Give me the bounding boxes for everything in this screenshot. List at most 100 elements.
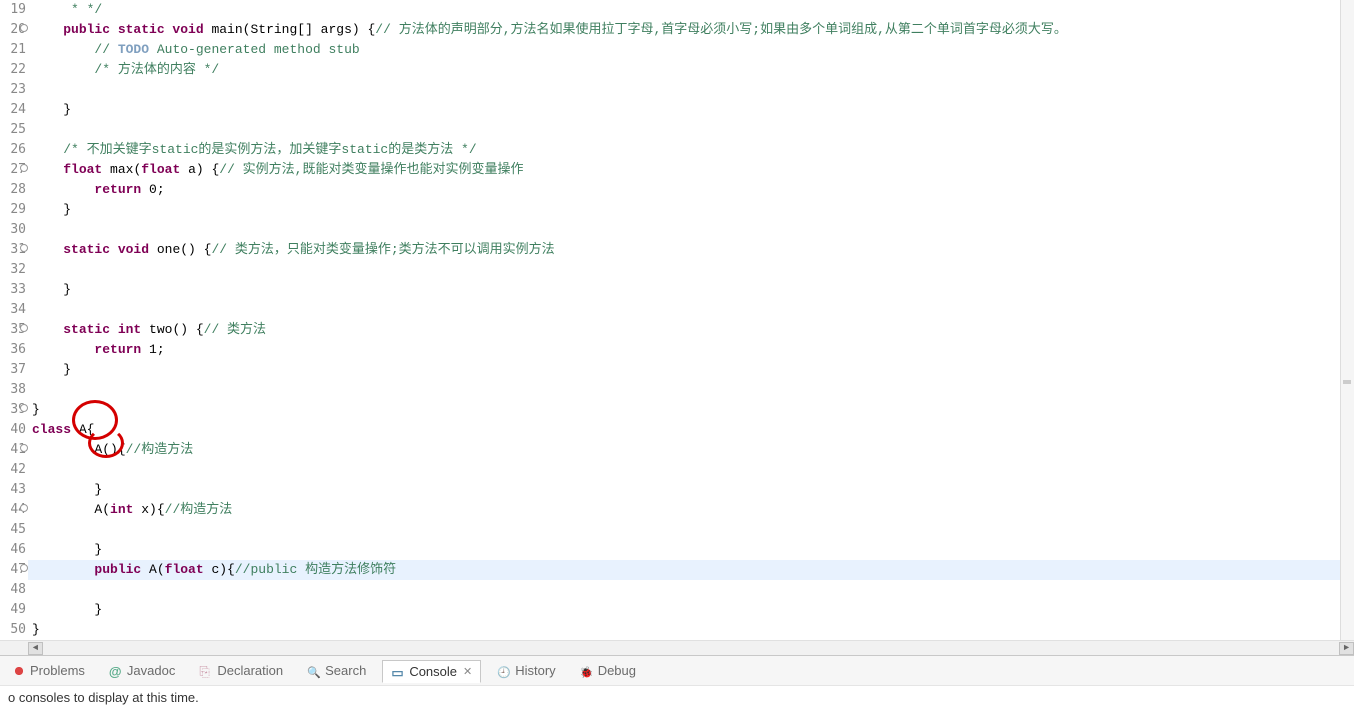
code-line[interactable]: static int two() {// 类方法 — [28, 320, 1340, 340]
code-token: } — [32, 402, 40, 417]
line-number[interactable]: 20 — [0, 20, 28, 40]
line-number[interactable]: 26 — [0, 140, 28, 160]
view-tab-bar: Problems Javadoc Declaration Search Console✕… — [0, 656, 1354, 686]
code-line[interactable] — [28, 260, 1340, 280]
line-number[interactable]: 19 — [0, 0, 28, 20]
close-icon[interactable]: ✕ — [463, 665, 472, 678]
horizontal-scrollbar[interactable]: ◄ ► — [0, 640, 1354, 655]
code-line[interactable]: public A(float c){//public 构造方法修饰符 — [28, 560, 1340, 580]
tab-debug[interactable]: Debug — [572, 660, 644, 681]
code-token: } — [32, 282, 71, 297]
line-number[interactable]: 45 — [0, 520, 28, 540]
line-number[interactable]: 48 — [0, 580, 28, 600]
fold-annotation-icon[interactable] — [20, 324, 28, 332]
code-token: 0; — [141, 182, 164, 197]
code-token: two() { — [141, 322, 203, 337]
fold-annotation-icon[interactable] — [20, 24, 28, 32]
line-number[interactable]: 29 — [0, 200, 28, 220]
code-line[interactable] — [28, 220, 1340, 240]
code-line[interactable] — [28, 120, 1340, 140]
code-line[interactable] — [28, 380, 1340, 400]
code-line[interactable]: A(int x){//构造方法 — [28, 500, 1340, 520]
overview-ruler[interactable] — [1340, 0, 1354, 640]
line-number[interactable]: 41 — [0, 440, 28, 460]
code-token: * */ — [32, 2, 102, 17]
fold-annotation-icon[interactable] — [20, 164, 28, 172]
line-number[interactable]: 40 — [0, 420, 28, 440]
fold-annotation-icon[interactable] — [20, 564, 28, 572]
code-line[interactable]: } — [28, 360, 1340, 380]
code-line[interactable] — [28, 520, 1340, 540]
code-line[interactable]: // TODO Auto-generated method stub — [28, 40, 1340, 60]
line-number[interactable]: 44 — [0, 500, 28, 520]
line-number[interactable]: 47 — [0, 560, 28, 580]
code-line[interactable]: } — [28, 600, 1340, 620]
line-number[interactable]: 39 — [0, 400, 28, 420]
code-line[interactable]: * */ — [28, 0, 1340, 20]
scroll-right-button[interactable]: ► — [1339, 642, 1354, 655]
code-line[interactable] — [28, 460, 1340, 480]
line-number[interactable]: 50 — [0, 620, 28, 640]
code-token: A( — [32, 502, 110, 517]
scroll-left-button[interactable]: ◄ — [28, 642, 43, 655]
line-number[interactable]: 23 — [0, 80, 28, 100]
line-number[interactable]: 35 — [0, 320, 28, 340]
line-number[interactable]: 36 — [0, 340, 28, 360]
tab-problems[interactable]: Problems — [4, 660, 93, 681]
code-line[interactable]: } — [28, 280, 1340, 300]
line-number[interactable]: 32 — [0, 260, 28, 280]
tab-declaration[interactable]: Declaration — [191, 660, 291, 681]
fold-annotation-icon[interactable] — [20, 244, 28, 252]
code-line[interactable] — [28, 80, 1340, 100]
line-number[interactable]: 30 — [0, 220, 28, 240]
code-token: a) { — [180, 162, 219, 177]
line-number[interactable]: 43 — [0, 480, 28, 500]
line-number[interactable]: 28 — [0, 180, 28, 200]
line-number-gutter[interactable]: 1920212223242526272829303132333435363738… — [0, 0, 28, 640]
code-token: float — [165, 562, 204, 577]
line-number[interactable]: 33 — [0, 280, 28, 300]
code-line[interactable]: } — [28, 200, 1340, 220]
code-token: A(){ — [32, 442, 126, 457]
line-number[interactable]: 49 — [0, 600, 28, 620]
tab-label: Declaration — [217, 663, 283, 678]
fold-annotation-icon[interactable] — [20, 404, 28, 412]
line-number[interactable]: 34 — [0, 300, 28, 320]
code-line[interactable]: public static void main(String[] args) {… — [28, 20, 1340, 40]
code-line[interactable]: return 0; — [28, 180, 1340, 200]
code-line[interactable] — [28, 300, 1340, 320]
code-line[interactable]: static void one() {// 类方法，只能对类变量操作;类方法不可… — [28, 240, 1340, 260]
line-number[interactable]: 25 — [0, 120, 28, 140]
tab-search[interactable]: Search — [299, 660, 374, 681]
tab-console[interactable]: Console✕ — [382, 660, 481, 683]
line-number[interactable]: 22 — [0, 60, 28, 80]
line-number[interactable]: 27 — [0, 160, 28, 180]
line-number[interactable]: 21 — [0, 40, 28, 60]
line-number[interactable]: 46 — [0, 540, 28, 560]
code-line[interactable]: return 1; — [28, 340, 1340, 360]
code-line[interactable]: } — [28, 480, 1340, 500]
line-number[interactable]: 24 — [0, 100, 28, 120]
code-line[interactable] — [28, 580, 1340, 600]
code-line[interactable]: } — [28, 100, 1340, 120]
code-line[interactable]: /* 不加关键字static的是实例方法，加关键字static的是类方法 */ — [28, 140, 1340, 160]
code-line[interactable]: float max(float a) {// 实例方法,既能对类变量操作也能对实… — [28, 160, 1340, 180]
code-line[interactable]: /* 方法体的内容 */ — [28, 60, 1340, 80]
line-number[interactable]: 38 — [0, 380, 28, 400]
line-number[interactable]: 42 — [0, 460, 28, 480]
tab-history[interactable]: History — [489, 660, 563, 681]
code-token: one() { — [149, 242, 211, 257]
code-line[interactable]: class A{ — [28, 420, 1340, 440]
code-token: Auto-generated method stub — [149, 42, 360, 57]
code-line[interactable]: } — [28, 400, 1340, 420]
code-line[interactable]: } — [28, 620, 1340, 640]
code-line[interactable]: A(){//构造方法 — [28, 440, 1340, 460]
bottom-panel: Problems Javadoc Declaration Search Console✕… — [0, 655, 1354, 721]
code-editor-area[interactable]: * */ public static void main(String[] ar… — [28, 0, 1340, 640]
line-number[interactable]: 31 — [0, 240, 28, 260]
tab-javadoc[interactable]: Javadoc — [101, 660, 183, 681]
fold-annotation-icon[interactable] — [20, 444, 28, 452]
fold-annotation-icon[interactable] — [20, 504, 28, 512]
line-number[interactable]: 37 — [0, 360, 28, 380]
code-line[interactable]: } — [28, 540, 1340, 560]
